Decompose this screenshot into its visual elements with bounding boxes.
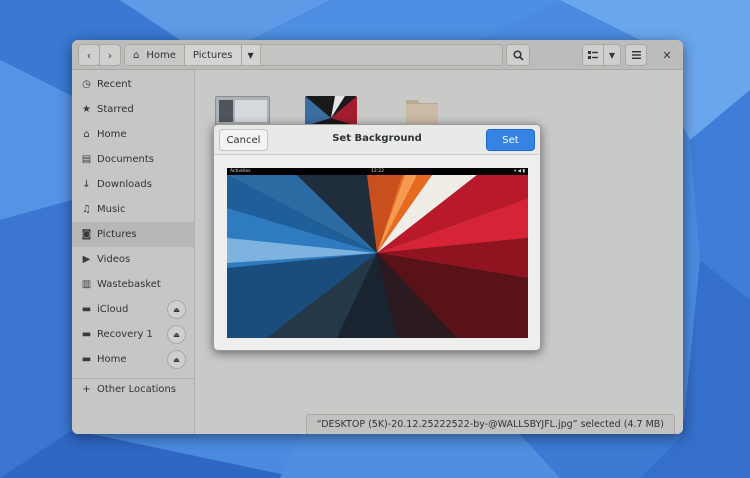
sidebar-item-label: Downloads — [97, 179, 152, 190]
sidebar-item-label: Wastebasket — [97, 279, 161, 290]
breadcrumb-pictures[interactable]: Pictures — [184, 45, 242, 65]
star-icon: ★ — [82, 104, 91, 115]
breadcrumb-home[interactable]: ⌂ Home — [125, 45, 185, 65]
preview-top-bar: Activities 12:22 ▾ ◀ ▮ — [227, 168, 528, 175]
sidebar-item-videos[interactable]: ▶ Videos — [72, 247, 195, 272]
home-icon: ⌂ — [83, 129, 90, 140]
close-icon: ✕ — [662, 48, 672, 62]
sidebar-item-label: Other Locations — [97, 384, 177, 395]
sidebar-item-downloads[interactable]: ↓ Downloads — [72, 172, 195, 197]
sidebar-item-label: iCloud — [97, 304, 129, 315]
close-button[interactable]: ✕ — [656, 44, 678, 66]
sidebar-item-label: Home — [97, 129, 127, 140]
sidebar-item-label: Recent — [97, 79, 132, 90]
clock-icon: ◷ — [82, 79, 91, 90]
chevron-down-icon: ▼ — [247, 50, 254, 60]
sidebar-item-other-locations[interactable]: + Other Locations — [72, 377, 195, 402]
breadcrumb-home-label: Home — [146, 49, 176, 61]
path-bar: ⌂ Home Pictures ▼ — [124, 44, 503, 66]
chevron-left-icon: ‹ — [86, 48, 92, 62]
sidebar-item-label: Pictures — [97, 229, 137, 240]
file-thumbnail[interactable] — [305, 96, 357, 126]
set-button[interactable]: Set — [486, 129, 535, 151]
download-icon: ↓ — [82, 179, 91, 190]
header-bar: ‹ › ⌂ Home Pictures ▼ ▼ ✕ — [72, 40, 683, 70]
eject-button[interactable]: ⏏ — [167, 350, 186, 369]
eject-button[interactable]: ⏏ — [167, 325, 186, 344]
hamburger-menu-icon — [631, 51, 641, 59]
search-button[interactable] — [506, 44, 530, 66]
wallpaper-preview-image — [227, 168, 528, 338]
view-options-button[interactable]: ▼ — [603, 44, 621, 66]
search-icon — [512, 49, 524, 61]
file-thumbnail[interactable] — [215, 96, 270, 126]
dialog-header: Cancel Set Background Set — [214, 125, 540, 155]
eject-icon: ⏏ — [173, 330, 180, 339]
sidebar-item-icloud[interactable]: ▬ iCloud ⏏ — [72, 297, 195, 322]
plus-icon: + — [82, 384, 91, 395]
forward-button[interactable]: › — [99, 44, 121, 66]
sidebar-item-label: Recovery 1 — [97, 329, 153, 340]
home-icon: ⌂ — [133, 49, 140, 61]
trash-icon: ▥ — [81, 279, 92, 290]
sidebar-item-label: Documents — [97, 154, 155, 165]
document-icon: ▤ — [81, 154, 92, 165]
sidebar-item-label: Videos — [97, 254, 131, 265]
selection-status: “DESKTOP (5K)-20.12.25222522-by-@WALLSBY… — [316, 419, 664, 430]
wallpaper-preview: Activities 12:22 ▾ ◀ ▮ — [227, 168, 528, 338]
drive-icon: ▬ — [81, 354, 92, 365]
camera-icon: ◙ — [81, 229, 92, 240]
sidebar-item-pictures[interactable]: ◙ Pictures — [72, 222, 195, 247]
sidebar-item-recovery[interactable]: ▬ Recovery 1 ⏏ — [72, 322, 195, 347]
status-bar: “DESKTOP (5K)-20.12.25222522-by-@WALLSBY… — [305, 414, 675, 434]
eject-button[interactable]: ⏏ — [167, 300, 186, 319]
sidebar-item-home[interactable]: ⌂ Home — [72, 122, 195, 147]
music-icon: ♫ — [82, 204, 91, 215]
chevron-down-icon: ▼ — [608, 50, 616, 60]
back-button[interactable]: ‹ — [78, 44, 100, 66]
sidebar-item-documents[interactable]: ▤ Documents — [72, 147, 195, 172]
sidebar-item-label: Starred — [97, 104, 134, 115]
menu-button[interactable] — [625, 44, 647, 66]
eject-icon: ⏏ — [173, 355, 180, 364]
eject-icon: ⏏ — [173, 305, 180, 314]
sidebar-item-music[interactable]: ♫ Music — [72, 197, 195, 222]
video-icon: ▶ — [82, 254, 91, 265]
sidebar-item-recent[interactable]: ◷ Recent — [72, 72, 195, 97]
sidebar-item-wastebasket[interactable]: ▥ Wastebasket — [72, 272, 195, 297]
folder-icon[interactable] — [405, 94, 439, 126]
set-background-dialog: Cancel Set Background Set Activities 12:… — [213, 124, 541, 351]
drive-icon: ▬ — [81, 329, 92, 340]
breadcrumb-pictures-label: Pictures — [192, 49, 233, 61]
drive-icon: ▬ — [81, 304, 92, 315]
list-view-icon — [588, 51, 598, 59]
sidebar-item-home-drive[interactable]: ▬ Home ⏏ — [72, 347, 195, 372]
view-toggle-button[interactable] — [582, 44, 604, 66]
sidebar: ◷ Recent ★ Starred ⌂ Home ▤ Documents ↓ … — [72, 70, 195, 434]
sidebar-item-label: Music — [97, 204, 126, 215]
sidebar-item-label: Home — [97, 354, 127, 365]
sidebar-item-starred[interactable]: ★ Starred — [72, 97, 195, 122]
chevron-right-icon: › — [107, 48, 113, 62]
preview-clock: 12:22 — [371, 169, 384, 174]
path-dropdown-button[interactable]: ▼ — [241, 45, 261, 65]
